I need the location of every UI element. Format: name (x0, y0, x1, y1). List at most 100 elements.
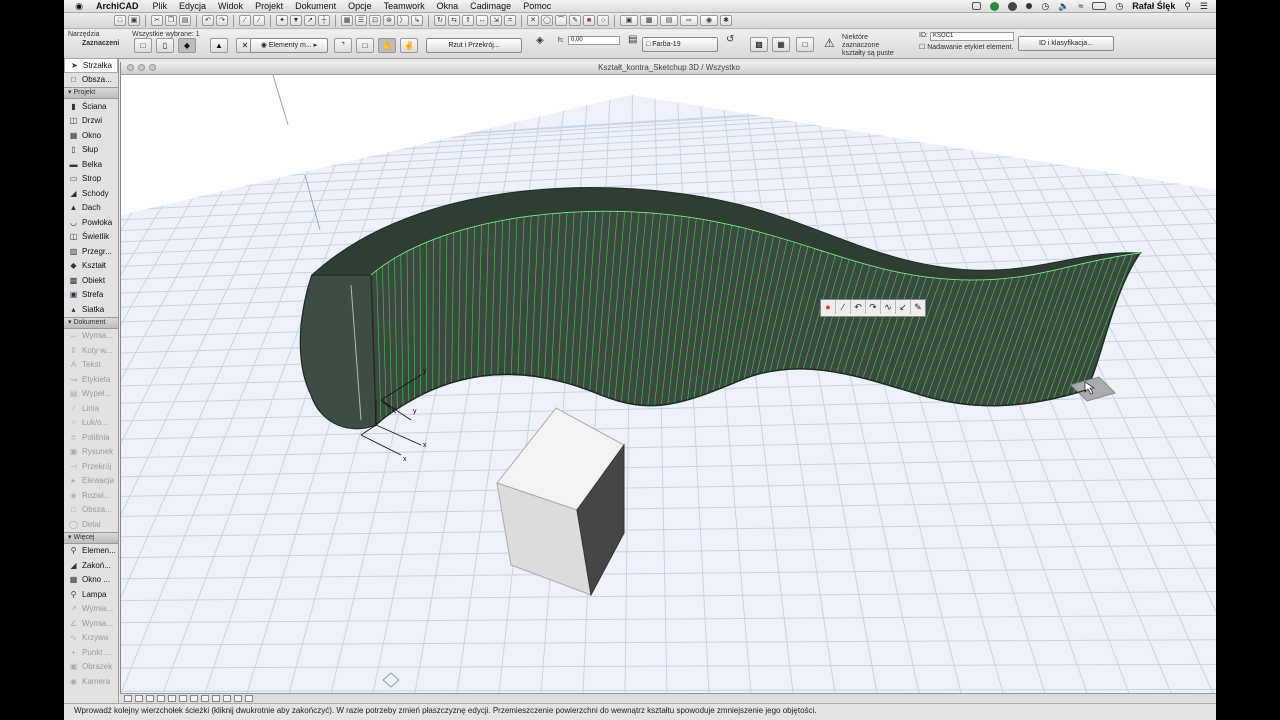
segment-line-icon[interactable]: ∕ (836, 300, 851, 314)
display-icon[interactable] (972, 2, 982, 10)
rotate-icon[interactable]: ↻ (434, 15, 446, 26)
tool-hotspot[interactable]: + Punkt ... (64, 645, 118, 660)
tool-label-tool[interactable]: ↝ Etykieta (64, 372, 118, 387)
zoom-in-icon[interactable] (124, 695, 132, 702)
grid-icon[interactable]: ▦ (341, 15, 353, 26)
tool-window2[interactable]: ▦ Okno ... (64, 573, 118, 588)
tool-column[interactable]: ▯ Słup (64, 143, 118, 158)
menu-plik[interactable]: Plik (153, 1, 168, 11)
tool-zone[interactable]: ▣ Strefa (64, 288, 118, 303)
zoom-out-icon[interactable] (135, 695, 143, 702)
minimize-window-icon[interactable] (138, 64, 145, 71)
menu-opcje[interactable]: Opcje (348, 1, 372, 11)
status-icon[interactable] (990, 1, 1000, 11)
tool-marquee[interactable]: □ Obsza... (64, 73, 118, 88)
3d-viewport[interactable]: x x y y (121, 75, 1216, 693)
tool-wall[interactable]: ▮ Ściana (64, 99, 118, 114)
rotate-view-icon[interactable] (234, 695, 242, 702)
battery-icon[interactable] (1092, 2, 1107, 10)
fit-icon[interactable] (146, 695, 154, 702)
label-checkbox[interactable]: ☐ Nadawanie etykiet element. (919, 43, 1013, 51)
tool-interior-elevation[interactable]: ◈ Rozwi... (64, 488, 118, 503)
stretch-icon[interactable]: ↔ (476, 15, 488, 26)
orbit-icon[interactable] (168, 695, 176, 702)
gravity-icon[interactable]: ▼ (290, 15, 302, 26)
list-icon[interactable]: ☰ (1200, 1, 1208, 12)
select-icon[interactable]: ▲ (210, 38, 228, 53)
tool-skylight[interactable]: ◫ Świetlik (64, 230, 118, 245)
tool-object[interactable]: ▩ Obiekt (64, 273, 118, 288)
menu-dokument[interactable]: Dokument (295, 1, 336, 11)
elevate-icon[interactable]: ⇑ (462, 15, 474, 26)
elements-dropdown[interactable]: ◉ Elementy m... ▸ (250, 38, 328, 53)
info-icon[interactable]: ○ (597, 15, 609, 26)
goto-icon[interactable]: ⇨ (680, 15, 698, 26)
tool-level-dimension[interactable]: ⇕ Koty w... (64, 343, 118, 358)
tool-slab[interactable]: ▭ Strop (64, 172, 118, 187)
section-dokument[interactable]: ▾ Dokument (64, 316, 118, 329)
menu-cadimage[interactable]: Cadimage (470, 1, 511, 11)
tool-figure[interactable]: ▣ Obrazek (64, 660, 118, 675)
tool-shell[interactable]: ◡ Powłoka (64, 215, 118, 230)
tool-window[interactable]: ▦ Okno (64, 128, 118, 143)
app-menu[interactable]: ArchiCAD (96, 1, 139, 11)
section-wiecej[interactable]: ▾ Więcej (64, 531, 118, 544)
next-view-icon[interactable] (190, 695, 198, 702)
arc-tangent-icon[interactable]: ↷ (866, 300, 881, 314)
new-file-icon[interactable]: □ (114, 15, 126, 26)
snap-icon[interactable]: ┼ (318, 15, 330, 26)
intersect-icon[interactable]: ◯ (541, 15, 553, 26)
adjust-icon[interactable]: ↳ (411, 15, 423, 26)
split-icon[interactable]: 〉 (397, 15, 409, 26)
tool-line[interactable]: ∕ Linia (64, 401, 118, 416)
tool-curtain-wall[interactable]: ▨ Przegr... (64, 244, 118, 259)
tool-drawing[interactable]: ▣ Rysunek (64, 445, 118, 460)
id-field[interactable]: KSOC1 (930, 32, 1014, 41)
sound-icon[interactable]: 🔈 (1058, 1, 1069, 12)
3d-window[interactable]: Kształt_kontra_Sketchup 3D / Wszystko x … (120, 62, 1216, 705)
tool-angle-dimension[interactable]: ∠ Wymia... (64, 616, 118, 631)
section-projekt[interactable]: ▾ Projekt (64, 87, 118, 99)
tool-arrow[interactable]: ➤ Strzałka (64, 58, 118, 73)
bluetooth-icon[interactable] (1026, 3, 1033, 9)
copy-icon[interactable]: ❐ (165, 15, 177, 26)
time-machine-icon[interactable]: ◷ (1041, 1, 1049, 12)
user-name[interactable]: Rafał Ślęk (1132, 1, 1175, 11)
cut-icon[interactable]: ✂ (151, 15, 163, 26)
view-icon[interactable]: ◉ (700, 15, 718, 26)
hand-icon[interactable]: ✋ (378, 38, 396, 53)
wireframe-icon[interactable]: □ (796, 37, 814, 52)
fit-in-window-icon[interactable] (223, 695, 231, 702)
pan-icon[interactable] (157, 695, 165, 702)
explore-icon[interactable] (201, 695, 209, 702)
undo-icon[interactable]: ↶ (202, 15, 214, 26)
tool-polyline[interactable]: ≑ Polilinia (64, 430, 118, 445)
rectangle-method-icon[interactable]: ▯ (156, 38, 174, 53)
tool-spline[interactable]: ∿ Krzywa (64, 631, 118, 646)
mirror-icon[interactable]: ⇆ (448, 15, 460, 26)
guide-icon[interactable]: ↗ (304, 15, 316, 26)
trace-icon[interactable]: ⊛ (383, 15, 395, 26)
tool-arc[interactable]: ○ Łuk/o... (64, 416, 118, 431)
view-settings-button[interactable]: Rzut i Przekrój... (426, 38, 522, 53)
sync-icon[interactable] (1008, 1, 1018, 11)
fillet-icon[interactable]: ⌒ (555, 15, 567, 26)
tool-detail[interactable]: ◯ Detal (64, 517, 118, 532)
3d-view-icon[interactable]: ▩ (640, 15, 658, 26)
tool-fill[interactable]: ▤ Wypeł... (64, 387, 118, 402)
tool-corner-window[interactable]: ◢ Zakoń... (64, 558, 118, 573)
clock-icon[interactable]: ◷ (1115, 1, 1123, 12)
color-icon[interactable]: ■ (583, 15, 595, 26)
navigation-icon[interactable] (245, 695, 253, 702)
eyedropper-icon[interactable]: ⁄ (239, 15, 251, 26)
resize-icon[interactable]: ⇲ (490, 15, 502, 26)
tool-section[interactable]: ⊣ Przekrój (64, 459, 118, 474)
menu-projekt[interactable]: Projekt (255, 1, 283, 11)
wifi-icon[interactable]: ≈ (1078, 1, 1083, 11)
solid-icon[interactable]: ▩ (750, 37, 768, 52)
redo-icon[interactable]: ↷ (216, 15, 228, 26)
id-classification-button[interactable]: ID i klasyfikacja... (1018, 36, 1114, 51)
3d-window-titlebar[interactable]: Kształt_kontra_Sketchup 3D / Wszystko (121, 62, 1216, 75)
zoom-window-icon[interactable] (149, 64, 156, 71)
geometry-method-icon[interactable]: □ (134, 38, 152, 53)
